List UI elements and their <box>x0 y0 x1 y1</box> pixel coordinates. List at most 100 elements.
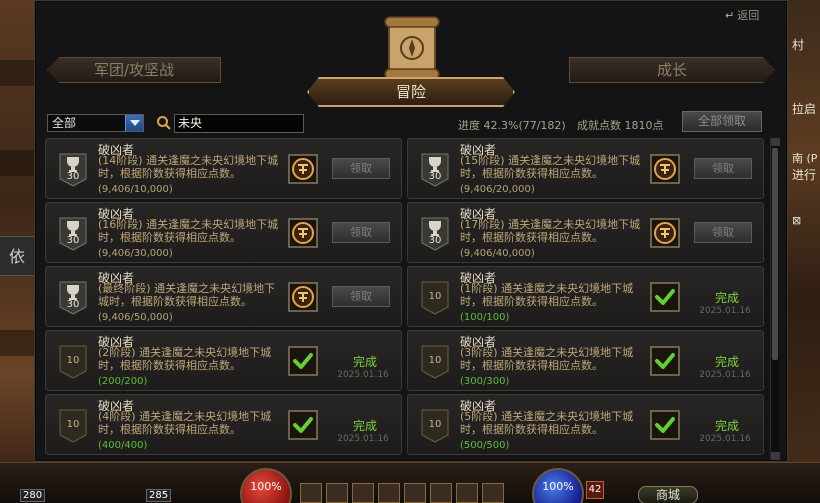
achievement-progress: (9,406/50,000) <box>98 312 173 323</box>
game-background-right: 村 拉启 南 (P 进行 ⊠ <box>788 0 820 503</box>
back-arrow-icon: ↵ <box>725 9 735 22</box>
trophy-icon: 30 <box>59 217 87 251</box>
search-icon <box>156 115 172 131</box>
points-value: 10 <box>428 355 442 366</box>
trophy-icon: 30 <box>59 281 87 315</box>
bottom-hud: 280 285 100% 100% 42 商城 <box>0 462 820 503</box>
trophy-icon: 30 <box>59 153 87 187</box>
background-text: ⊠ <box>792 214 802 227</box>
trophy-icon: 30 <box>421 217 449 251</box>
claim-button[interactable]: 领取 <box>332 222 390 243</box>
progress-text: 进度 42.3%(77/182) <box>458 119 566 132</box>
category-select[interactable]: 全部 <box>47 114 144 132</box>
achievement-description: (17阶段) 通关逢魔之未央幻境地下城时，根据阶数获得相应点数。 <box>460 218 641 244</box>
achievement-description: (2阶段) 通关逢魔之未央幻境地下城时，根据阶数获得相应点数。 <box>98 346 272 372</box>
completed-date: 2025.01.16 <box>699 370 751 380</box>
achievement-progress: (9,406/30,000) <box>98 248 173 259</box>
shop-button[interactable]: 商城 <box>638 486 698 503</box>
points-value: 30 <box>428 171 442 182</box>
points-value: 30 <box>66 171 80 182</box>
background-text: 进行 <box>792 168 817 182</box>
achievement-description: (16阶段) 通关逢魔之未央幻境地下城时，根据阶数获得相应点数。 <box>98 218 279 244</box>
achievement-row: 10 破凶者 (4阶段) 通关逢魔之未央幻境地下城时，根据阶数获得相应点数。 (400… <box>45 394 402 455</box>
achievement-row: 10 破凶者 (3阶段) 通关逢魔之未央幻境地下城时，根据阶数获得相应点数。 (300… <box>407 330 764 391</box>
chevron-down-icon[interactable] <box>125 115 143 131</box>
achievement-row: 30 破凶者 (16阶段) 通关逢魔之未央幻境地下城时，根据阶数获得相应点数。 (9,… <box>45 202 402 263</box>
checkmark-icon <box>650 282 680 312</box>
background-plank <box>0 330 34 356</box>
achievement-description: (4阶段) 通关逢魔之未央幻境地下城时，根据阶数获得相应点数。 <box>98 410 272 436</box>
scroll-thumb[interactable] <box>772 148 778 360</box>
checkmark-icon <box>650 410 680 440</box>
points-badge-icon: 10 <box>59 345 87 379</box>
completed-date: 2025.01.16 <box>337 370 389 380</box>
reward-medal-icon <box>650 218 680 248</box>
hud-counter: 280 <box>20 489 46 502</box>
achievement-progress: (9,406/10,000) <box>98 184 173 195</box>
claim-all-button[interactable]: 全部领取 <box>682 111 762 132</box>
achievement-points-text: 成就点数 1810点 <box>577 119 664 132</box>
search-input[interactable]: 未央 <box>174 114 304 133</box>
achievement-progress: (100/100) <box>460 312 510 323</box>
level-badge: 42 <box>586 481 604 499</box>
skill-slot[interactable] <box>430 483 452 503</box>
achievement-progress: (200/200) <box>98 376 148 387</box>
points-value: 30 <box>66 235 80 246</box>
achievement-progress: (9,406/20,000) <box>460 184 535 195</box>
claim-button[interactable]: 领取 <box>332 286 390 307</box>
points-value: 30 <box>66 299 80 310</box>
points-badge-icon: 10 <box>421 281 449 315</box>
checkmark-icon <box>288 410 318 440</box>
scrollbar[interactable] <box>770 138 780 460</box>
skill-slot[interactable] <box>456 483 478 503</box>
reward-medal-icon <box>288 218 318 248</box>
completed-label: 完成 <box>714 355 739 369</box>
achievement-window: ↵ 返回 军团/攻坚战 成长 冒险 全部 未央 进度 42.3%(77/182) … <box>34 0 788 462</box>
background-plank <box>0 60 34 86</box>
points-value: 10 <box>428 419 442 430</box>
skill-slot[interactable] <box>378 483 400 503</box>
achievement-row: 10 破凶者 (2阶段) 通关逢魔之未央幻境地下城时，根据阶数获得相应点数。 (200… <box>45 330 402 391</box>
achievement-description: (14阶段) 通关逢魔之未央幻境地下城时，根据阶数获得相应点数。 <box>98 154 279 180</box>
achievement-progress: (400/400) <box>98 440 148 451</box>
mp-orb: 100% <box>532 468 584 503</box>
achievement-description: (15阶段) 通关逢魔之未央幻境地下城时，根据阶数获得相应点数。 <box>460 154 641 180</box>
completed-date: 2025.01.16 <box>337 434 389 444</box>
scroll-emblem-icon <box>365 15 459 81</box>
points-value: 10 <box>66 355 80 366</box>
skill-slot[interactable] <box>326 483 348 503</box>
points-badge-icon: 10 <box>59 409 87 443</box>
skill-slot[interactable] <box>300 483 322 503</box>
scroll-down-button[interactable] <box>771 452 780 460</box>
scroll-up-button[interactable] <box>771 138 780 146</box>
achievement-progress: (500/500) <box>460 440 510 451</box>
hp-orb: 100% <box>240 468 292 503</box>
completed-label: 完成 <box>714 291 739 305</box>
claim-button[interactable]: 领取 <box>694 158 752 179</box>
achievement-description: (最终阶段) 通关逢魔之未央幻境地下城时，根据阶数获得相应点数。 <box>98 282 276 308</box>
skill-slot[interactable] <box>352 483 374 503</box>
completed-label: 完成 <box>352 355 377 369</box>
tab-adventure[interactable]: 冒险 <box>307 77 515 107</box>
background-text: 南 (P <box>792 152 818 165</box>
claim-button[interactable]: 领取 <box>694 222 752 243</box>
tab-legion[interactable]: 军团/攻坚战 <box>47 57 221 83</box>
back-button[interactable]: ↵ 返回 <box>725 7 781 25</box>
skill-slot[interactable] <box>482 483 504 503</box>
background-plank <box>0 150 34 176</box>
points-badge-icon: 10 <box>421 345 449 379</box>
achievement-row: 10 破凶者 (5阶段) 通关逢魔之未央幻境地下城时，根据阶数获得相应点数。 (500… <box>407 394 764 455</box>
checkmark-icon <box>650 346 680 376</box>
tab-growth[interactable]: 成长 <box>569 57 775 83</box>
skill-slot[interactable] <box>404 483 426 503</box>
completed-date: 2025.01.16 <box>699 306 751 316</box>
reward-medal-icon <box>288 282 318 312</box>
achievement-row: 10 破凶者 (1阶段) 通关逢魔之未央幻境地下城时，根据阶数获得相应点数。 (100… <box>407 266 764 327</box>
hud-counter: 285 <box>146 489 172 502</box>
game-background-left: 依 <box>0 0 34 503</box>
completed-date: 2025.01.16 <box>699 434 751 444</box>
points-value: 10 <box>66 419 80 430</box>
reward-medal-icon <box>650 154 680 184</box>
completed-label: 完成 <box>352 419 377 433</box>
claim-button[interactable]: 领取 <box>332 158 390 179</box>
